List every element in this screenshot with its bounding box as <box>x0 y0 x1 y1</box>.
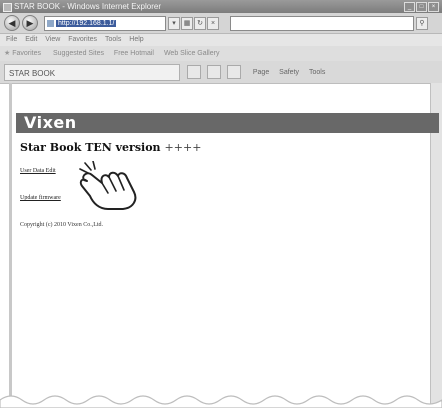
torn-edge <box>0 395 442 408</box>
search-icon[interactable]: ⚲ <box>416 17 428 30</box>
tab-label: STAR BOOK <box>9 69 56 78</box>
window-controls: _ □ × <box>404 2 439 12</box>
compatibility-icon[interactable]: ▦ <box>181 17 193 30</box>
version-text: ++++ <box>164 141 202 154</box>
close-button[interactable]: × <box>428 2 439 12</box>
command-bar: Page Safety Tools <box>187 64 442 81</box>
menu-file[interactable]: File <box>6 34 17 46</box>
search-input[interactable] <box>230 16 414 31</box>
page-icon <box>47 19 54 27</box>
address-bar: ◀ ▶ http://192.168.1.1/ ▾ ▦ ↻ × ⚲ <box>0 13 442 34</box>
forward-icon[interactable]: ▶ <box>22 15 38 31</box>
feeds-icon[interactable] <box>206 65 221 80</box>
url-field[interactable]: http://192.168.1.1/ <box>44 16 166 31</box>
update-firmware-link[interactable]: Update firmware <box>20 195 61 201</box>
menu-bar: File Edit View Favorites Tools Help <box>0 34 442 46</box>
fav-free-hotmail[interactable]: Free Hotmail <box>114 50 154 57</box>
refresh-icon[interactable]: ↻ <box>194 17 206 30</box>
copyright-text: Copyright (c) 2010 Vixen Co.,Ltd. <box>20 222 104 228</box>
safety-menu[interactable]: Safety <box>279 69 299 76</box>
tab-star-book[interactable]: STAR BOOK <box>4 64 180 81</box>
menu-tools[interactable]: Tools <box>105 34 121 46</box>
print-icon[interactable] <box>226 65 241 80</box>
page-menu[interactable]: Page <box>253 69 269 76</box>
url-text: http://192.168.1.1/ <box>56 20 117 27</box>
ie-icon <box>3 3 12 12</box>
fav-web-slice-gallery[interactable]: Web Slice Gallery <box>164 50 220 57</box>
brand-logo: Vixen <box>24 113 77 132</box>
window-title: STAR BOOK - Windows Internet Explorer <box>14 2 162 11</box>
minimize-button[interactable]: _ <box>404 2 415 12</box>
page-heading: Star Book TEN version ++++ <box>20 141 201 154</box>
tab-bar: STAR BOOK Page Safety Tools <box>0 61 442 84</box>
menu-view[interactable]: View <box>45 34 60 46</box>
menu-help[interactable]: Help <box>129 34 143 46</box>
brand-bar: Vixen <box>16 113 439 133</box>
menu-favorites[interactable]: Favorites <box>68 34 97 46</box>
browser-window: STAR BOOK - Windows Internet Explorer _ … <box>0 0 442 408</box>
favorites-star-icon[interactable]: ★ <box>4 50 10 57</box>
stop-icon[interactable]: × <box>207 17 219 30</box>
title-bar: STAR BOOK - Windows Internet Explorer _ … <box>0 0 442 13</box>
favorites-button[interactable]: Favorites <box>12 50 41 57</box>
menu-edit[interactable]: Edit <box>25 34 37 46</box>
pointing-hand-cursor-icon <box>79 161 137 210</box>
maximize-button[interactable]: □ <box>416 2 427 12</box>
heading-text: Star Book TEN version <box>20 141 161 154</box>
tools-menu[interactable]: Tools <box>309 69 325 76</box>
home-icon[interactable] <box>187 65 201 80</box>
user-data-edit-link[interactable]: User Data Edit <box>20 168 56 174</box>
favorites-bar: ★ Favorites Suggested Sites Free Hotmail… <box>0 46 442 62</box>
dropdown-icon[interactable]: ▾ <box>168 17 180 30</box>
back-icon[interactable]: ◀ <box>4 15 20 31</box>
fav-suggested-sites[interactable]: Suggested Sites <box>53 50 104 57</box>
